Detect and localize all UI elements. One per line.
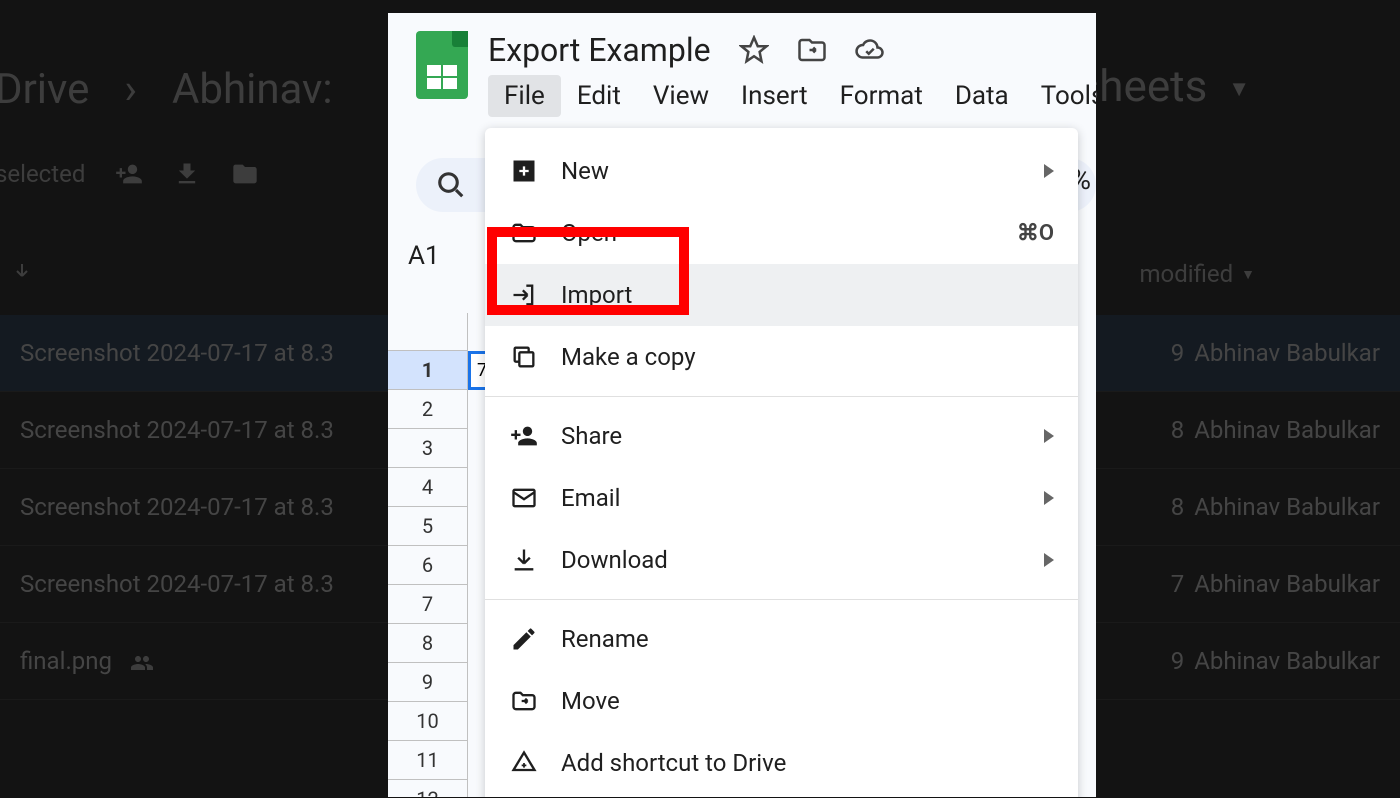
file-name: final.png xyxy=(20,647,154,675)
file-name: Screenshot 2024-07-17 at 8.3 xyxy=(20,493,334,521)
submenu-arrow-icon xyxy=(1044,553,1054,567)
keyboard-shortcut: ⌘O xyxy=(1017,221,1054,246)
file-name: Screenshot 2024-07-17 at 8.3 xyxy=(20,570,334,598)
chevron-right-icon: › xyxy=(124,65,137,114)
sort-arrow xyxy=(10,260,34,284)
menu-bar: File Edit View Insert Format Data Tools xyxy=(488,75,1096,117)
row-header[interactable]: 4 xyxy=(388,468,468,507)
select-all-cell[interactable] xyxy=(388,313,468,351)
move-to-folder-icon[interactable] xyxy=(797,35,827,65)
search-icon[interactable] xyxy=(436,170,466,200)
menu-item-email[interactable]: Email xyxy=(485,467,1078,529)
menu-item-new[interactable]: New xyxy=(485,140,1078,202)
menu-insert[interactable]: Insert xyxy=(725,75,824,117)
menu-item-share[interactable]: Share xyxy=(485,405,1078,467)
new-icon xyxy=(509,156,539,186)
menu-item-open[interactable]: Open ⌘O xyxy=(485,202,1078,264)
row-header[interactable]: 11 xyxy=(388,741,468,780)
menu-item-move[interactable]: Move xyxy=(485,670,1078,732)
shared-icon xyxy=(130,651,154,675)
submenu-arrow-icon xyxy=(1044,429,1054,443)
sheets-dropdown-label: sheets ▼ xyxy=(1077,60,1250,112)
folder-icon xyxy=(509,218,539,248)
copy-icon xyxy=(509,342,539,372)
menu-tools[interactable]: Tools xyxy=(1025,75,1096,117)
row-header[interactable]: 9 xyxy=(388,663,468,702)
move-folder-icon xyxy=(509,686,539,716)
menu-item-add-shortcut[interactable]: Add shortcut to Drive xyxy=(485,732,1078,794)
row-header[interactable]: 7 xyxy=(388,585,468,624)
star-icon[interactable] xyxy=(739,35,769,65)
sheets-window: Export Example File Edit View Insert For… xyxy=(388,13,1096,797)
drive-toolbar: selected xyxy=(0,160,259,188)
file-name: Screenshot 2024-07-17 at 8.3 xyxy=(20,339,334,367)
file-owner: 9 Abhinav Babulkar xyxy=(1171,339,1380,367)
move-icon xyxy=(231,160,259,188)
email-icon xyxy=(509,483,539,513)
file-owner: 9 Abhinav Babulkar xyxy=(1171,647,1380,675)
menu-data[interactable]: Data xyxy=(939,75,1025,117)
breadcrumb: Drive › Abhinav: xyxy=(0,65,333,114)
selected-label: selected xyxy=(0,160,85,188)
download-icon xyxy=(509,545,539,575)
share-icon xyxy=(509,421,539,451)
row-header[interactable]: 12 xyxy=(388,780,468,797)
arrow-down-icon xyxy=(10,260,34,284)
menu-item-import[interactable]: Import xyxy=(485,264,1078,326)
file-owner: 7 Abhinav Babulkar xyxy=(1171,570,1380,598)
file-owner: 8 Abhinav Babulkar xyxy=(1171,416,1380,444)
breadcrumb-drive: Drive xyxy=(0,65,89,114)
breadcrumb-folder: Abhinav: xyxy=(172,65,333,114)
sheets-logo-icon[interactable] xyxy=(416,31,468,99)
rename-icon xyxy=(509,624,539,654)
row-header[interactable]: 5 xyxy=(388,507,468,546)
file-dropdown-menu: New Open ⌘O Import Make a copy xyxy=(485,128,1078,797)
row-header[interactable]: 3 xyxy=(388,429,468,468)
row-header[interactable]: 8 xyxy=(388,624,468,663)
menu-view[interactable]: View xyxy=(637,75,725,117)
menu-item-rename[interactable]: Rename xyxy=(485,608,1078,670)
import-icon xyxy=(509,280,539,310)
menu-item-download[interactable]: Download xyxy=(485,529,1078,591)
caret-down-icon: ▼ xyxy=(1241,266,1255,283)
caret-down-icon: ▼ xyxy=(1228,77,1250,102)
sheets-header: Export Example File Edit View Insert For… xyxy=(388,13,1096,117)
file-name: Screenshot 2024-07-17 at 8.3 xyxy=(20,416,334,444)
menu-divider xyxy=(485,396,1078,397)
submenu-arrow-icon xyxy=(1044,164,1054,178)
row-header[interactable]: 6 xyxy=(388,546,468,585)
menu-edit[interactable]: Edit xyxy=(561,75,637,117)
download-icon xyxy=(173,160,201,188)
row-header[interactable]: 10 xyxy=(388,702,468,741)
menu-divider xyxy=(485,599,1078,600)
menu-format[interactable]: Format xyxy=(824,75,939,117)
document-title[interactable]: Export Example xyxy=(488,31,711,69)
drive-shortcut-icon xyxy=(509,748,539,778)
menu-file[interactable]: File xyxy=(488,75,561,117)
modified-column-header: modified ▼ xyxy=(1139,260,1255,288)
cloud-saved-icon[interactable] xyxy=(855,35,885,65)
menu-item-make-copy[interactable]: Make a copy xyxy=(485,326,1078,388)
row-header[interactable]: 2 xyxy=(388,390,468,429)
name-box[interactable]: A1 xyxy=(408,241,440,271)
add-person-icon xyxy=(115,160,143,188)
file-owner: 8 Abhinav Babulkar xyxy=(1171,493,1380,521)
submenu-arrow-icon xyxy=(1044,491,1054,505)
row-header[interactable]: 1 xyxy=(388,351,468,390)
